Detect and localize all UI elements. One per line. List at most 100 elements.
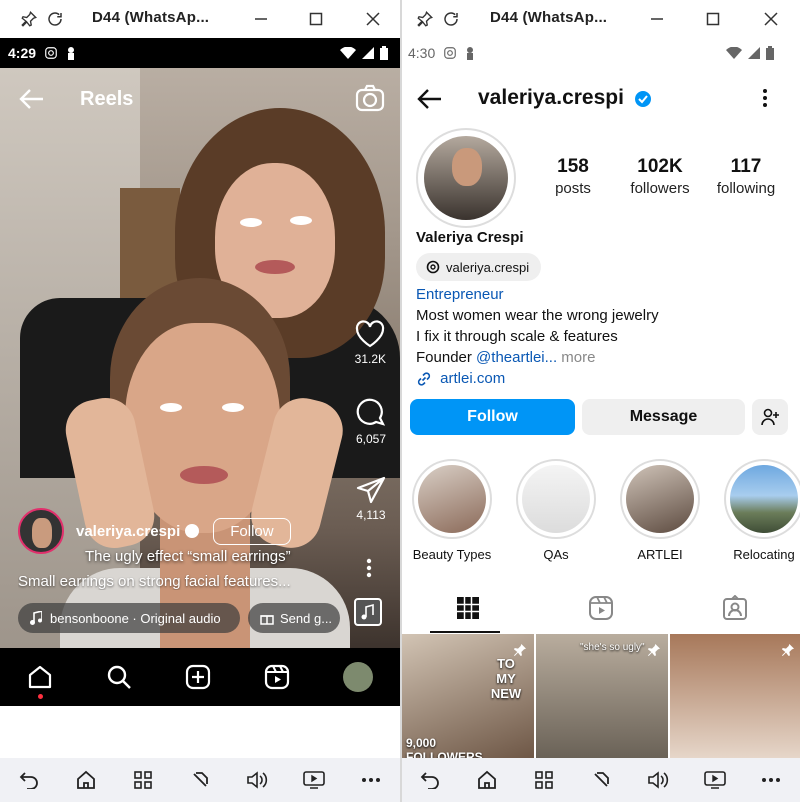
threads-badge[interactable]: valeriya.crespi (416, 253, 542, 281)
left-titlebar: D44 (WhatsAp... (0, 0, 400, 38)
wifi-icon (726, 47, 742, 59)
post-views: 9,000 (406, 736, 437, 750)
apps-grid-icon[interactable] (131, 768, 155, 792)
right-window: D44 (WhatsAp... 4:30 valeriya.crespi 158… (402, 0, 800, 802)
post-thumbnail[interactable]: "she's so ugly" (536, 634, 668, 758)
refresh-icon[interactable] (44, 8, 66, 30)
reel-video[interactable]: Reels 31.2K 6,057 4,113 valeriya.crespi … (0, 68, 400, 648)
status-bar: 4:30 (402, 38, 800, 68)
reels-tab-icon[interactable] (588, 595, 614, 621)
heart-icon[interactable] (355, 320, 385, 348)
post-overlay-text: "she's so ugly" (580, 642, 645, 653)
send-gift-pill[interactable]: Send g... (248, 603, 340, 633)
stat-following[interactable]: 117 following (708, 156, 784, 197)
highlight-label: Relocating (733, 547, 795, 562)
minimize-icon[interactable] (250, 8, 272, 30)
author-username[interactable]: valeriya.crespi (76, 523, 180, 540)
stat-followers[interactable]: 102K followers (622, 156, 698, 197)
send-icon[interactable] (356, 476, 386, 504)
pin-icon[interactable] (414, 8, 436, 30)
apps-grid-icon[interactable] (532, 768, 556, 792)
menu-dots-icon[interactable] (762, 88, 768, 108)
undo-icon[interactable] (418, 768, 442, 792)
profile-avatar[interactable] (343, 662, 374, 692)
followers-count: 102K (637, 156, 683, 177)
threads-handle: valeriya.crespi (446, 259, 530, 275)
battery-icon (380, 46, 388, 60)
close-icon[interactable] (760, 8, 782, 30)
bio-mention-link[interactable]: @theartlei... (476, 349, 557, 366)
close-icon[interactable] (362, 8, 384, 30)
back-arrow-icon[interactable] (18, 88, 44, 110)
profile-avatar-large[interactable] (416, 128, 516, 228)
highlight-artlei[interactable]: ARTLEI (618, 459, 702, 562)
search-icon[interactable] (106, 664, 132, 690)
video-overlay-text: The ugly effect “small earrings” (85, 548, 291, 565)
audio-thumbnail[interactable] (354, 598, 382, 626)
minimize-icon[interactable] (646, 8, 668, 30)
highlight-relocating[interactable]: Relocating (722, 459, 800, 562)
home-device-icon[interactable] (74, 768, 98, 792)
reel-caption[interactable]: Small earrings on strong facial features… (18, 573, 348, 590)
highlight-qas[interactable]: QAs (514, 459, 598, 562)
more-icon[interactable] (359, 768, 383, 792)
gift-label: Send g... (280, 610, 333, 626)
status-time: 4:29 (8, 45, 37, 61)
highlight-beauty-types[interactable]: Beauty Types (410, 459, 494, 562)
refresh-icon[interactable] (440, 8, 462, 30)
more-icon[interactable] (759, 768, 783, 792)
home-icon[interactable] (27, 664, 53, 699)
maximize-icon[interactable] (702, 8, 724, 30)
rotate-off-icon[interactable] (589, 768, 613, 792)
camera-icon[interactable] (355, 84, 385, 112)
pinned-icon (780, 642, 796, 658)
volume-icon[interactable] (646, 768, 670, 792)
follow-button[interactable]: Follow (213, 517, 291, 545)
signal-icon (362, 47, 374, 59)
followers-label: followers (630, 180, 690, 197)
comment-icon[interactable] (356, 398, 386, 428)
author-avatar[interactable] (18, 508, 64, 554)
suggest-user-button[interactable] (752, 399, 788, 435)
grid-tab-icon[interactable] (456, 596, 480, 620)
stat-posts[interactable]: 158 posts (548, 156, 598, 197)
undo-icon[interactable] (17, 768, 41, 792)
verified-icon (634, 90, 652, 108)
pin-icon[interactable] (18, 8, 40, 30)
reels-header: Reels (0, 68, 400, 128)
maximize-icon[interactable] (305, 8, 327, 30)
follow-button[interactable]: Follow (410, 399, 575, 435)
share-count: 4,113 (356, 508, 386, 522)
screen-icon[interactable] (703, 768, 727, 792)
highlight-label: ARTLEI (637, 547, 683, 562)
screen-icon[interactable] (302, 768, 326, 792)
create-icon[interactable] (185, 664, 211, 690)
following-label: following (716, 180, 776, 197)
threads-icon (426, 260, 440, 274)
tagged-tab-icon[interactable] (722, 595, 748, 621)
like-action[interactable]: 31.2K (355, 320, 386, 366)
post-thumbnail[interactable]: TO MY NEW 9,000 FOLLOWERS (402, 634, 534, 758)
wifi-icon (340, 47, 356, 59)
back-arrow-icon[interactable] (416, 88, 442, 110)
post-thumbnail[interactable] (670, 634, 800, 758)
pinned-icon (646, 642, 662, 658)
home-device-icon[interactable] (475, 768, 499, 792)
share-action[interactable]: 4,113 (356, 476, 386, 522)
post-overlay-text: TO MY NEW (490, 656, 522, 701)
reels-icon[interactable] (264, 664, 290, 690)
device-toolbar (0, 758, 400, 802)
bio-website-link[interactable]: artlei.com (416, 368, 659, 389)
volume-icon[interactable] (245, 768, 269, 792)
post-overlay-bottom: FOLLOWERS (406, 750, 483, 758)
more-options-icon[interactable] (366, 558, 372, 578)
audio-pill[interactable]: bensonboone · Original audio (18, 603, 240, 633)
posts-label: posts (555, 180, 591, 197)
bio-more-link[interactable]: more (557, 349, 595, 366)
right-titlebar: D44 (WhatsAp... (402, 0, 800, 38)
message-button[interactable]: Message (582, 399, 745, 435)
rotate-off-icon[interactable] (188, 768, 212, 792)
status-time: 4:30 (408, 45, 436, 61)
comment-action[interactable]: 6,057 (356, 398, 386, 446)
profile-full-name: Valeriya Crespi (416, 229, 524, 246)
